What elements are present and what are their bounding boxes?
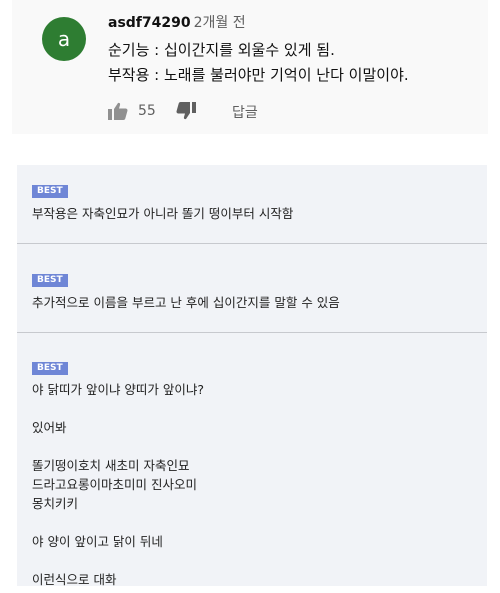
best-comment-text: 똘기떵이호치 새초미 자축인묘 — [32, 458, 190, 473]
best-badge: BEST — [32, 185, 68, 198]
comment-text-line: 순기능 : 십이간지를 외울수 있게 됨. — [108, 41, 335, 59]
comment-card: a asdf74290 2개월 전 순기능 : 십이간지를 외울수 있게 됨. 부… — [12, 0, 488, 134]
like-count: 55 — [138, 103, 156, 119]
avatar[interactable]: a — [42, 17, 86, 61]
reply-button[interactable]: 답글 — [232, 102, 258, 122]
comment-text-line: 부작용 : 노래를 불러야만 기억이 난다 이말이야. — [108, 66, 409, 84]
best-comment-text: 추가적으로 이름을 부르고 난 후에 십이간지를 말할 수 있음 — [32, 295, 340, 310]
comment-time[interactable]: 2개월 전 — [194, 15, 246, 31]
best-comment-text: 이런식으로 대화 — [32, 572, 117, 587]
thumbs-up-icon[interactable] — [108, 102, 128, 120]
best-comment-text: 드라고요롱이마초미미 진사오미 — [32, 477, 197, 492]
best-comment-text: 부작용은 자축인묘가 아니라 똘기 떵이부터 시작함 — [32, 206, 294, 221]
best-badge: BEST — [32, 274, 68, 287]
best-comments-list: BEST 부작용은 자축인묘가 아니라 똘기 떵이부터 시작함 BEST 추가적… — [17, 165, 487, 587]
best-comment-text: 있어봐 — [32, 420, 67, 435]
comment-header: asdf74290 2개월 전 — [108, 12, 246, 32]
best-comment: BEST 추가적으로 이름을 부르고 난 후에 십이간지를 말할 수 있음 — [17, 244, 487, 333]
best-comment: BEST 부작용은 자축인묘가 아니라 똘기 떵이부터 시작함 — [17, 165, 487, 244]
best-comment: BEST 야 닭띠가 앞이냐 양띠가 앞이냐? 있어봐 똘기떵이호치 새초미 자… — [17, 333, 487, 593]
author-name[interactable]: asdf74290 — [108, 15, 191, 31]
best-comment-text: 야 양이 앞이고 닭이 뒤네 — [32, 534, 163, 549]
thumbs-down-icon[interactable] — [176, 102, 196, 120]
best-comment-text: 몽치키키 — [32, 496, 79, 511]
best-comment-text: 야 닭띠가 앞이냐 양띠가 앞이냐? — [32, 382, 205, 397]
best-badge: BEST — [32, 362, 68, 375]
